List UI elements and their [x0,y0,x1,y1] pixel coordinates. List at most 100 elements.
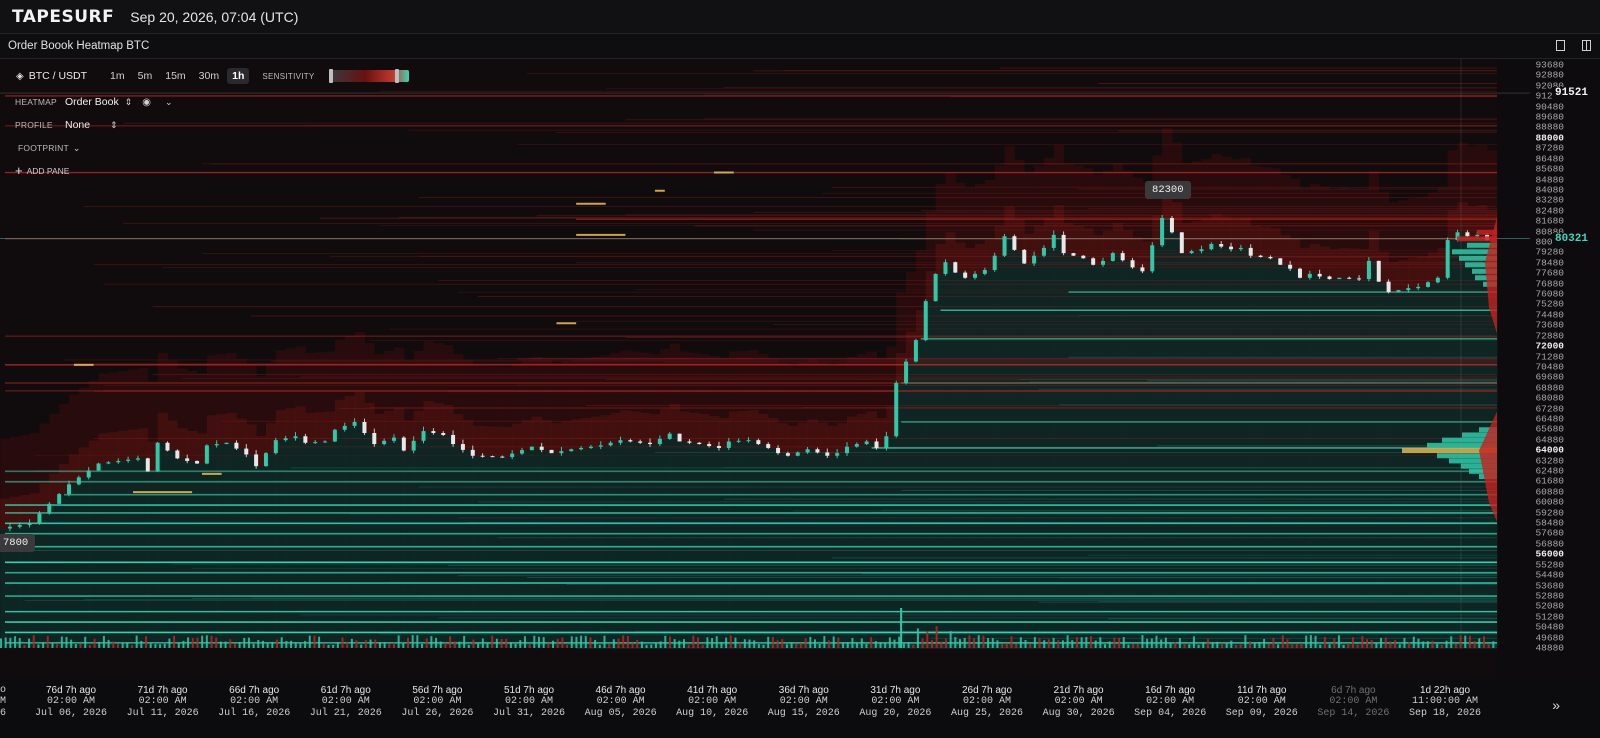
time-axis[interactable]: o M 6 » 76d 7h ago 02:00 AM Jul 06, 2026 71… [0,679,1600,738]
volume-bar [1337,635,1340,648]
volume-bar [537,636,540,648]
volume-bar [1080,637,1083,648]
candle-body [1396,290,1401,293]
timeframe-1h[interactable]: 1h [227,68,250,84]
volume-bar [495,638,498,648]
volume-bar [102,635,105,648]
time-label-ago: 61d 7h ago [320,685,371,696]
time-label-date: Jul 31, 2026 [492,707,566,719]
bid-liquidity-zone [640,442,651,648]
candle-body [1445,240,1450,278]
edge-label-1: o [0,685,7,696]
volume-bar [1459,635,1462,648]
time-label-ago: 46d 7h ago [595,685,646,696]
time-label-ago: 41d 7h ago [687,685,738,696]
volume-bar [505,638,508,648]
time-label-date: Jul 21, 2026 [309,707,382,719]
split-view-icon[interactable] [1580,38,1592,53]
profile-row: PROFILE None ⇕ [15,117,173,133]
volume-bar [0,638,2,648]
timeframe-15m[interactable]: 15m [160,68,190,84]
volume-bar [874,641,877,648]
candle-body [825,452,830,456]
sensitivity-slider[interactable] [328,69,409,83]
bid-liquidity-zone [522,450,533,648]
ask-liquidity-zone [1260,226,1271,257]
volume-bar [159,644,162,648]
bid-liquidity-zone [69,484,80,648]
eye-icon[interactable]: ◉ [142,97,151,108]
updown-chevron-icon[interactable]: ⇕ [110,120,118,131]
time-label-date: Jul 06, 2026 [34,707,108,719]
candle-body [677,433,682,442]
sensitivity-max-handle[interactable] [394,69,399,83]
volume-bar [1253,642,1256,648]
profile-select[interactable]: None [65,119,90,131]
candle-body [864,441,869,445]
footprint-row[interactable]: FOOTPRINT ⌄ [15,140,173,156]
bid-liquidity-zone [1034,255,1045,648]
volume-bar [458,641,461,648]
volume-bar [1033,637,1036,648]
heatmap-select[interactable]: Order Book [65,96,119,108]
volume-bar [1412,636,1415,648]
timeframe-5m[interactable]: 5m [133,68,158,84]
volume-bar [659,641,662,648]
app-logo[interactable]: TAPESURF [12,7,114,27]
bid-liquidity-zone [482,456,493,648]
volume-bar [23,644,26,648]
volume-bar [84,636,87,648]
time-label-date: Jul 16, 2026 [218,707,291,719]
bid-liquidity-zone [1073,255,1084,648]
time-label-ago: 76d 7h ago [45,685,97,696]
volume-bar [1300,643,1303,648]
volume-bar [425,638,428,648]
time-label-ago: 31d 7h ago [870,685,921,696]
volume-bar [626,635,629,648]
ask-liquidity-zone [137,428,149,459]
maximize-icon[interactable] [1554,38,1566,53]
volume-bar [1394,640,1397,648]
volume-bar [701,644,704,648]
candle-body [411,440,416,451]
footprint-label[interactable]: FOOTPRINT [18,143,69,153]
volume-bar [88,644,91,648]
ask-liquidity-zone [206,415,218,446]
scroll-right-icon[interactable]: » [1552,697,1560,713]
ask-liquidity-zone [423,401,434,432]
candle-body [214,444,219,446]
current-datetime: Sep 20, 2026, 07:04 (UTC) [130,8,299,25]
volume-bar [411,635,414,648]
updown-chevron-icon[interactable]: ⇕ [125,97,133,108]
candle-body [815,449,820,453]
volume-bar [767,636,770,648]
volume-bar [856,642,859,648]
chevron-down-icon[interactable]: ⌄ [73,143,81,154]
volume-bar [332,644,335,648]
volume-bar [898,636,901,648]
candle-body [529,446,534,451]
heatmap-chart[interactable] [0,59,1600,679]
ask-liquidity-zone [334,399,346,430]
volume-bar [552,640,555,648]
candle-body [697,442,702,445]
bid-liquidity-zone [1349,278,1360,648]
volume-bar [449,636,452,648]
add-pane-button[interactable]: + ADD PANE [15,163,173,178]
volume-bar [1099,637,1102,648]
sensitivity-min-handle[interactable] [328,69,333,83]
timeframe-1m[interactable]: 1m [105,68,130,84]
candle-body [628,440,633,442]
bid-liquidity-zone [1122,260,1134,648]
candle-body [362,421,367,434]
ask-liquidity-zone [866,411,878,442]
timeframe-30m[interactable]: 30m [194,68,224,84]
time-label: 1d 22h ago 11:00:00 AM Sep 18, 2026 [1409,685,1481,719]
ask-liquidity-zone [630,411,641,442]
pair-selector[interactable]: ◈ BTC / USDT [16,70,87,82]
volume-bar [692,635,695,648]
chevron-down-icon[interactable]: ⌄ [165,97,173,108]
volume-bar [725,637,728,648]
time-label-ago: 21d 7h ago [1053,685,1104,696]
heatmap-canvas[interactable] [0,59,1600,679]
